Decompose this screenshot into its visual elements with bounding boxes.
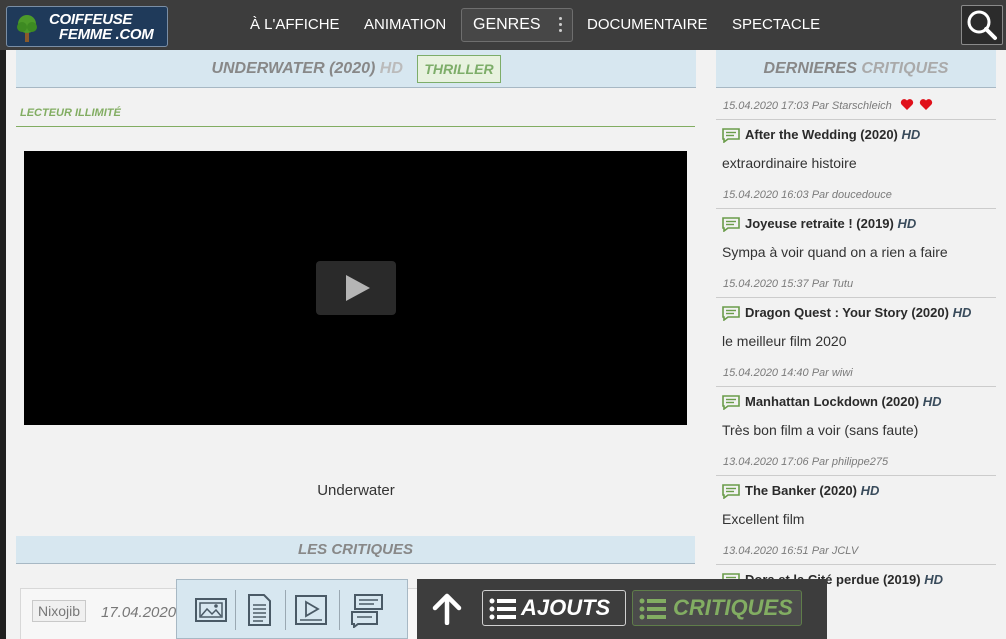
review-text: Très bon film a voir (sans faute) (722, 422, 919, 438)
comment-username[interactable]: Nixojib (32, 600, 87, 622)
top-navigation: COIFFEUSE FEMME .COM À L'AFFICHE ANIMATI… (0, 0, 1006, 50)
comment-icon (722, 484, 740, 499)
comment-icon (722, 217, 740, 232)
review-meta-text: 15.04.2020 17:03 Par Starschleich (723, 100, 892, 112)
left-edge (0, 50, 6, 639)
comment-icon (722, 306, 740, 321)
separator (235, 590, 236, 630)
review-text: Sympa à voir quand on a rien a faire (722, 244, 948, 260)
critiques-label: CRITIQUES (673, 595, 793, 620)
quality-badge: HD (379, 60, 403, 77)
movie-title-bar: UNDERWATER (2020) HD THRILLER (16, 50, 696, 88)
review-text: le meilleur film 2020 (722, 333, 847, 349)
site-logo[interactable]: COIFFEUSE FEMME .COM (6, 6, 168, 47)
bottom-actions: AJOUTS CRITIQUES (417, 579, 827, 639)
video-caption: Underwater (317, 482, 395, 499)
comment-icon (722, 128, 740, 143)
review-quality: HD (922, 394, 942, 409)
tree-icon (17, 15, 37, 42)
review-quality: HD (901, 127, 921, 142)
separator (285, 590, 286, 630)
review-meta: 13.04.2020 16:51 Par JCLV (716, 533, 996, 565)
search-button[interactable] (961, 5, 1003, 45)
main-content: UNDERWATER (2020) HD THRILLER LECTEUR IL… (16, 50, 696, 639)
sidebar-title-word2: CRITIQUES (861, 60, 949, 77)
list-icon (489, 598, 516, 620)
review-meta: 15.04.2020 16:03 Par doucedouce (716, 177, 996, 209)
comment-date: 17.04.2020 (101, 604, 177, 621)
review-title-text: Manhattan Lockdown (2020) (745, 394, 920, 409)
review-meta: 15.04.2020 15:37 Par Tutu (716, 266, 996, 298)
more-vertical-icon (559, 17, 563, 33)
image-icon[interactable] (193, 592, 229, 628)
movie-title: UNDERWATER (2020) (211, 60, 376, 77)
review-title[interactable]: Manhattan Lockdown (2020) HD (716, 387, 996, 416)
review-title-text: Dragon Quest : Your Story (2020) (745, 305, 949, 320)
nav-genres-dropdown[interactable]: GENRES (461, 8, 573, 42)
review-quality: HD (860, 483, 880, 498)
review-meta: 15.04.2020 14:40 Par wiwi (716, 355, 996, 387)
sidebar-title-word1: DERNIERES (763, 60, 857, 77)
review-title[interactable]: After the Wedding (2020) HD (716, 120, 996, 149)
nav-documentaire[interactable]: DOCUMENTAIRE (587, 0, 708, 50)
critiques-section-title: LES CRITIQUES (16, 536, 695, 564)
review-meta: 13.04.2020 17:06 Par philippe275 (716, 444, 996, 476)
logo-text-line2: FEMME .COM (59, 26, 154, 43)
review-title[interactable]: The Banker (2020) HD (716, 476, 996, 505)
arrow-up-icon[interactable] (432, 593, 462, 625)
review-text: extraordinaire histoire (722, 155, 857, 171)
review-title-text: Joyeuse retraite ! (2019) (745, 216, 894, 231)
review-quality: HD (924, 572, 943, 587)
document-icon[interactable] (241, 592, 277, 628)
media-toolbar (176, 579, 408, 639)
separator (339, 590, 340, 630)
play-icon[interactable] (316, 261, 396, 315)
nav-spectacle[interactable]: SPECTACLE (732, 0, 820, 50)
search-icon (967, 10, 997, 40)
review-title-text: After the Wedding (2020) (745, 127, 898, 142)
review-title-text: The Banker (2020) (745, 483, 857, 498)
review-text: Excellent film (722, 511, 805, 527)
genre-tag[interactable]: THRILLER (417, 54, 501, 83)
video-player[interactable] (24, 151, 687, 425)
nav-genres-label: GENRES (473, 16, 541, 33)
review-title[interactable]: Dragon Quest : Your Story (2020) HD (716, 298, 996, 327)
ajouts-button[interactable]: AJOUTS (482, 590, 626, 626)
critiques-button[interactable]: CRITIQUES (632, 590, 802, 626)
review-quality: HD (897, 216, 917, 231)
divider (16, 126, 695, 127)
review-quality: HD (952, 305, 972, 320)
review-list: 15.04.2020 17:03 Par Starschleich After … (716, 88, 996, 622)
comments-icon[interactable] (349, 592, 385, 628)
sidebar-latest-reviews: DERNIERES CRITIQUES 15.04.2020 17:03 Par… (716, 50, 996, 639)
comment-icon (722, 395, 740, 410)
sidebar-title: DERNIERES CRITIQUES (716, 50, 996, 88)
logo-text-line1: COIFFEUSE (49, 11, 133, 28)
review-title[interactable]: Joyeuse retraite ! (2019) HD (716, 209, 996, 238)
nav-animation[interactable]: ANIMATION (364, 0, 446, 50)
ajouts-label: AJOUTS (521, 595, 611, 620)
nav-a-laffiche[interactable]: À L'AFFICHE (250, 0, 340, 50)
list-icon (639, 598, 666, 620)
video-icon[interactable] (293, 592, 329, 628)
player-section-label: LECTEUR ILLIMITÉ (20, 107, 121, 119)
review-meta: 15.04.2020 17:03 Par Starschleich (716, 88, 996, 120)
